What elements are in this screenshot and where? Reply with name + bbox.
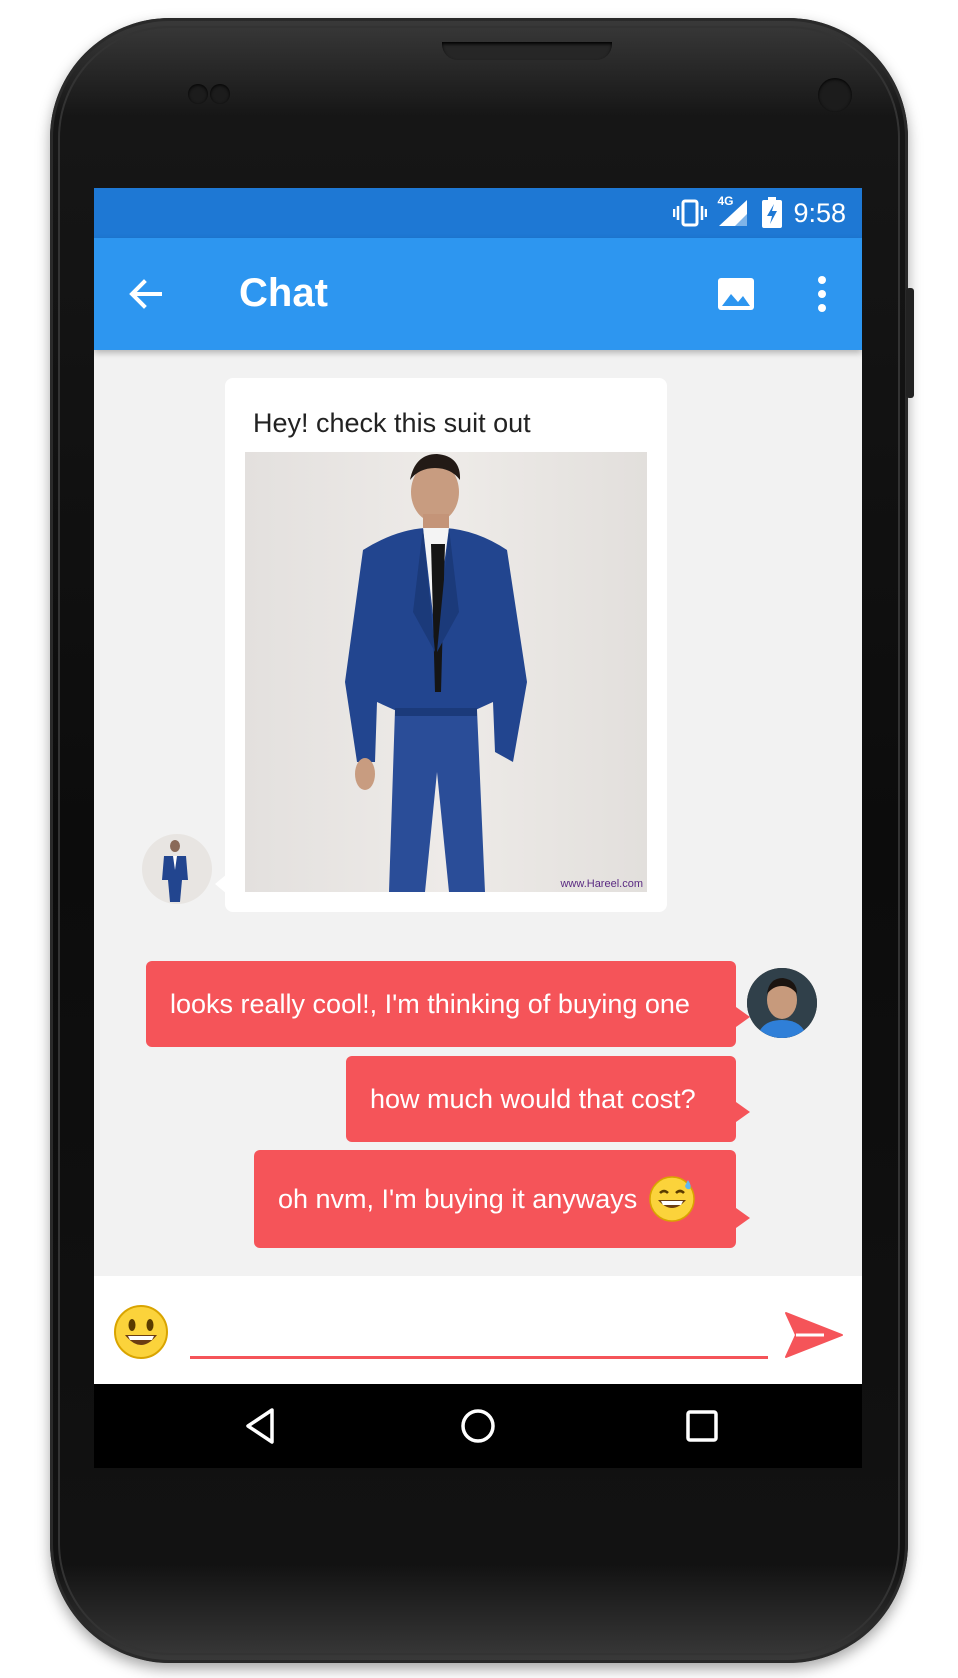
status-bar: 4G 9:58: [94, 188, 862, 238]
message-text: how much would that cost?: [370, 1083, 696, 1114]
clock: 9:58: [793, 197, 846, 228]
battery-charging-icon: [762, 197, 783, 228]
message-text: oh nvm, I'm buying it anyways: [278, 1183, 638, 1214]
grinning-sweat-emoji-icon: [649, 1176, 696, 1222]
vibrate-icon: [673, 199, 708, 227]
image-icon[interactable]: [716, 274, 756, 314]
incoming-message-text: Hey! check this suit out: [253, 408, 531, 438]
app-bar: Chat: [94, 238, 862, 350]
navigation-bar: [94, 1384, 862, 1468]
composer: [94, 1276, 862, 1384]
nav-back-icon[interactable]: [242, 1406, 282, 1446]
message-input[interactable]: [190, 1316, 768, 1359]
arrow-back-icon[interactable]: [124, 272, 168, 316]
incoming-message[interactable]: Hey! check this suit out www.Hareel.com: [215, 378, 667, 912]
message-list[interactable]: Hey! check this suit out www.Hareel.com …: [94, 350, 862, 1276]
suit-illustration: [345, 454, 527, 892]
nav-home-icon[interactable]: [458, 1406, 498, 1446]
send-icon[interactable]: [784, 1310, 844, 1360]
photo-watermark: www.Hareel.com: [560, 878, 643, 890]
earpiece-speaker: [442, 42, 612, 60]
status-icons: 4G 9:58: [673, 194, 846, 230]
power-button: [906, 288, 914, 398]
nav-recents-icon[interactable]: [684, 1408, 720, 1444]
sensor: [210, 84, 230, 104]
outgoing-message[interactable]: looks really cool!, I'm thinking of buyi…: [146, 961, 750, 1047]
shared-photo[interactable]: www.Hareel.com: [245, 452, 647, 892]
smiley-icon[interactable]: [112, 1303, 170, 1361]
page-title: Chat: [239, 271, 328, 315]
more-vert-icon[interactable]: [812, 272, 832, 316]
sensor: [188, 84, 208, 104]
avatar[interactable]: [142, 834, 212, 904]
front-camera: [818, 78, 852, 112]
avatar[interactable]: [747, 968, 817, 1038]
outgoing-message[interactable]: how much would that cost?: [346, 1056, 750, 1142]
screen: 4G 9:58 Chat Hey! check this suit out ww…: [94, 188, 862, 1468]
network-type-label: 4G: [717, 194, 734, 208]
signal-icon: 4G: [717, 194, 751, 228]
message-text: looks really cool!, I'm thinking of buyi…: [170, 988, 690, 1019]
outgoing-message[interactable]: oh nvm, I'm buying it anyways: [254, 1150, 750, 1248]
